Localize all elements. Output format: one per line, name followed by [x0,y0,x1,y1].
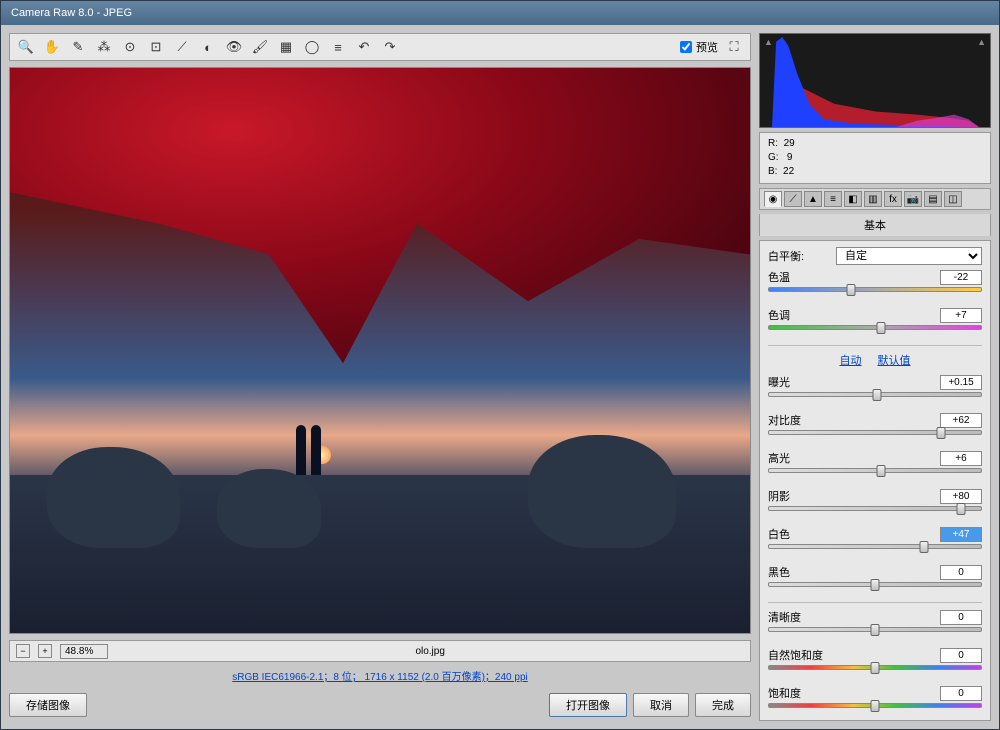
radial-icon[interactable]: ◯ [302,37,322,57]
tint-input[interactable] [940,308,982,323]
b-value: 22 [783,166,794,177]
auto-link[interactable]: 自动 [840,352,862,368]
tint-label: 色调 [768,307,830,323]
blacks-label: 黑色 [768,564,830,580]
temp-input[interactable] [940,270,982,285]
workflow-link[interactable]: sRGB IEC61966-2.1；8 位； 1716 x 1152 (2.0 … [9,668,751,683]
tint-slider[interactable] [768,325,982,337]
blacks-input[interactable] [940,565,982,580]
rotate-cw-icon[interactable]: ↷ [380,37,400,57]
whites-slider[interactable] [768,544,982,556]
open-button[interactable]: 打开图像 [549,693,627,717]
zoom-bar: − + 48.8% olo.jpg [9,640,751,662]
saturation-slider[interactable] [768,703,982,715]
target-icon[interactable]: ⊙ [120,37,140,57]
rock-shape [528,435,676,548]
straighten-icon[interactable]: ⟋ [172,37,192,57]
fullscreen-icon[interactable]: ⛶ [724,37,744,57]
wb-label: 白平衡: [768,248,830,264]
histogram[interactable]: ▲ ▲ [759,33,991,128]
tab-fx-icon[interactable]: fx [884,191,902,207]
brush-icon[interactable]: 🖌 [250,37,270,57]
temp-slider[interactable] [768,287,982,299]
tab-split-icon[interactable]: ◧ [844,191,862,207]
tab-hsl-icon[interactable]: ≡ [824,191,842,207]
vibrance-label: 自然饱和度 [768,647,840,663]
exposure-input[interactable] [940,375,982,390]
tab-snapshot-icon[interactable]: ◫ [944,191,962,207]
contrast-slider[interactable] [768,430,982,442]
whites-label: 白色 [768,526,830,542]
preview-label: 预览 [696,39,718,55]
tab-basic-icon[interactable]: ◉ [764,191,782,207]
people-shape [291,420,331,475]
blacks-slider[interactable] [768,582,982,594]
shadows-input[interactable] [940,489,982,504]
exposure-slider[interactable] [768,392,982,404]
fabric-shape [10,68,750,379]
window-title: Camera Raw 8.0 - JPEG [11,7,132,19]
zoom-select[interactable]: 48.8% [60,644,108,659]
tab-detail-icon[interactable]: ▲ [804,191,822,207]
clarity-slider[interactable] [768,627,982,639]
filename-label: olo.jpg [415,646,444,657]
rotate-ccw-icon[interactable]: ↶ [354,37,374,57]
vibrance-input[interactable] [940,648,982,663]
save-image-button[interactable]: 存储图像 [9,693,87,717]
g-value: 9 [787,152,793,163]
sampler-icon[interactable]: ⁂ [94,37,114,57]
zoom-out-button[interactable]: − [16,644,30,658]
r-value: 29 [784,138,795,149]
shadows-slider[interactable] [768,506,982,518]
default-link[interactable]: 默认值 [878,352,911,368]
preview-checkbox[interactable]: 预览 [680,39,718,55]
saturation-input[interactable] [940,686,982,701]
redeye-icon[interactable]: 👁 [224,37,244,57]
wb-select[interactable]: 自定 [836,247,982,265]
zoom-tool-icon[interactable]: 🔍 [16,37,36,57]
clarity-label: 清晰度 [768,609,830,625]
tab-curve-icon[interactable]: ⟋ [784,191,802,207]
photo-content [10,68,750,633]
temp-label: 色温 [768,269,830,285]
title-bar: Camera Raw 8.0 - JPEG [1,1,999,25]
rgb-readout: R: 29 G: 9 B: 22 [759,132,991,184]
hand-tool-icon[interactable]: ✋ [42,37,62,57]
panel-tabs: ◉ ⟋ ▲ ≡ ◧ ▥ fx 📷 ▤ ◫ [759,188,991,210]
exposure-label: 曝光 [768,374,830,390]
tab-presets-icon[interactable]: ▤ [924,191,942,207]
eyedropper-icon[interactable]: ✎ [68,37,88,57]
main-toolbar: 🔍 ✋ ✎ ⁂ ⊙ ⊡ ⟋ ◐ 👁 🖌 ▦ ◯ ≡ ↶ ↷ 预览 ⛶ [9,33,751,61]
highlights-input[interactable] [940,451,982,466]
image-preview[interactable] [9,67,751,634]
spot-icon[interactable]: ◐ [198,37,218,57]
preview-check-input[interactable] [680,41,692,53]
rock-shape [217,469,321,548]
cancel-button[interactable]: 取消 [633,693,689,717]
highlights-label: 高光 [768,450,830,466]
highlights-slider[interactable] [768,468,982,480]
done-button[interactable]: 完成 [695,693,751,717]
tab-camera-icon[interactable]: 📷 [904,191,922,207]
basic-panel: 白平衡: 自定 色温 色调 自动 默认值 曝光 [759,240,991,721]
prefs-icon[interactable]: ≡ [328,37,348,57]
tab-lens-icon[interactable]: ▥ [864,191,882,207]
grad-icon[interactable]: ▦ [276,37,296,57]
crop-icon[interactable]: ⊡ [146,37,166,57]
contrast-label: 对比度 [768,412,830,428]
contrast-input[interactable] [940,413,982,428]
vibrance-slider[interactable] [768,665,982,677]
zoom-in-button[interactable]: + [38,644,52,658]
shadows-label: 阴影 [768,488,830,504]
rock-shape [47,447,180,549]
clarity-input[interactable] [940,610,982,625]
whites-input[interactable] [940,527,982,542]
panel-title: 基本 [759,214,991,236]
saturation-label: 饱和度 [768,685,830,701]
